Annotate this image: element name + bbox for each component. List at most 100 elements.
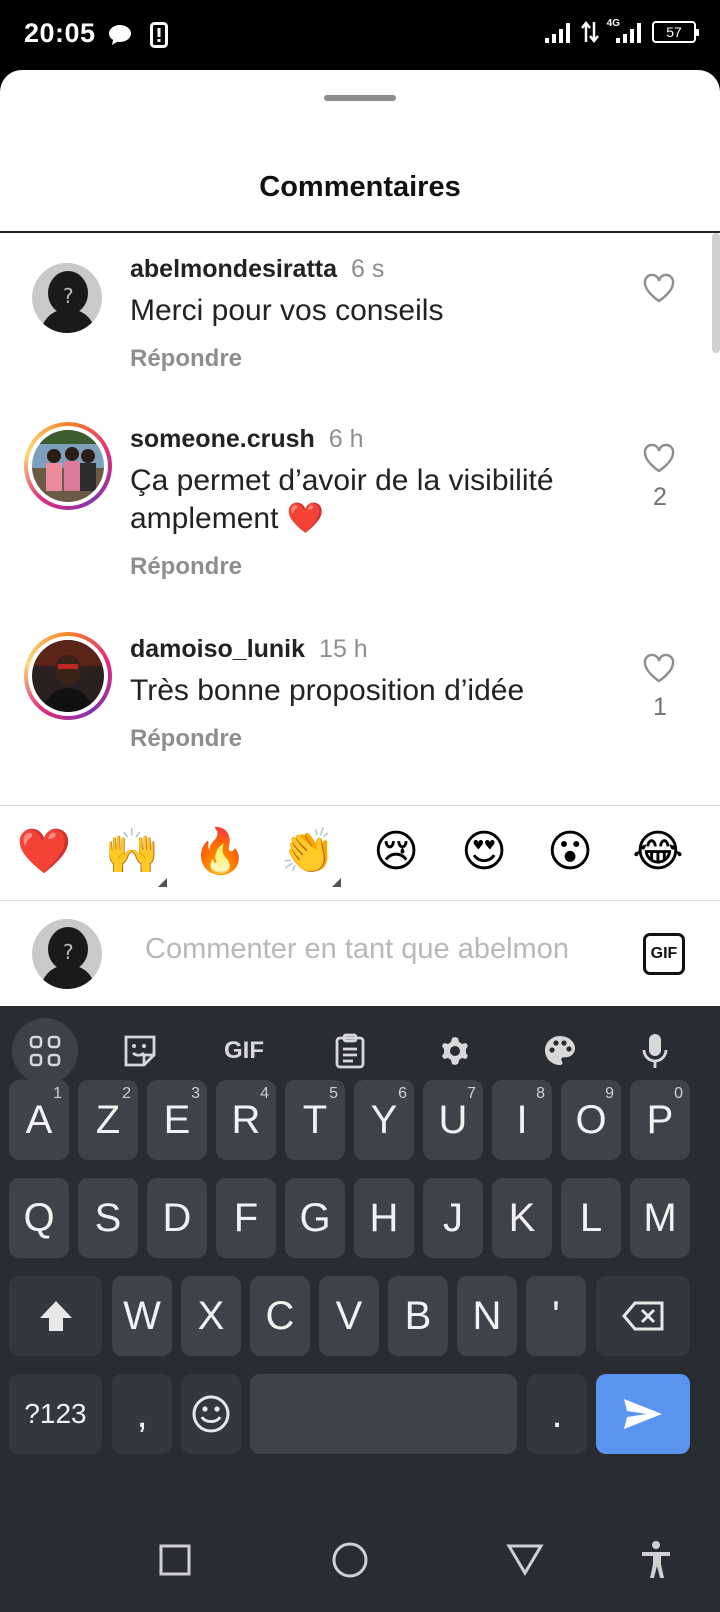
comment-composer: ? Commenter en tant que abelmon GIF bbox=[0, 901, 720, 1006]
avatar[interactable] bbox=[24, 632, 112, 720]
key-r[interactable]: R4 bbox=[216, 1080, 276, 1160]
comment-item: ? abelmondesiratta 6 s Merci pour vos co… bbox=[0, 233, 720, 403]
shift-key[interactable] bbox=[9, 1276, 102, 1356]
triangle-icon bbox=[506, 1544, 544, 1576]
comment-text: Très bonne proposition d’idée bbox=[130, 674, 525, 707]
navigation-bar bbox=[0, 1510, 720, 1612]
key-a[interactable]: A1 bbox=[9, 1080, 69, 1160]
key-t[interactable]: T5 bbox=[285, 1080, 345, 1160]
reaction-laughing[interactable]: 😂 bbox=[628, 824, 688, 880]
symbols-key[interactable]: ?123 bbox=[9, 1374, 102, 1454]
skin-tone-indicator bbox=[158, 878, 167, 887]
reaction-raising-hands[interactable]: 🙌 bbox=[102, 824, 162, 880]
key-i[interactable]: I8 bbox=[492, 1080, 552, 1160]
key-b[interactable]: B bbox=[388, 1276, 448, 1356]
comment-username[interactable]: abelmondesiratta bbox=[130, 255, 337, 284]
reply-button[interactable]: Répondre bbox=[130, 553, 242, 581]
key-apostrophe[interactable]: ' bbox=[526, 1276, 586, 1356]
recents-button[interactable] bbox=[153, 1538, 197, 1582]
data-transfer-icon bbox=[580, 20, 599, 44]
reaction-fire[interactable]: 🔥 bbox=[190, 824, 250, 880]
accessibility-icon bbox=[642, 1541, 670, 1578]
status-bar: 20:05 4G 57 bbox=[0, 0, 720, 70]
key-w[interactable]: W bbox=[112, 1276, 172, 1356]
key-p[interactable]: P0 bbox=[630, 1080, 690, 1160]
period-key[interactable]: . bbox=[527, 1374, 587, 1454]
key-h[interactable]: H bbox=[354, 1178, 414, 1258]
comma-key[interactable]: , bbox=[112, 1374, 172, 1454]
key-m[interactable]: M bbox=[630, 1178, 690, 1258]
comment-time: 15 h bbox=[319, 635, 368, 663]
comment-text: Ça permet d’avoir de la visibilité ample… bbox=[130, 464, 554, 535]
key-q[interactable]: Q bbox=[9, 1178, 69, 1258]
sticker-icon[interactable] bbox=[107, 1018, 173, 1084]
circle-icon bbox=[332, 1542, 368, 1578]
reply-button[interactable]: Répondre bbox=[130, 725, 242, 753]
signal-icon-2 bbox=[616, 23, 641, 43]
square-icon bbox=[159, 1544, 191, 1576]
heart-icon[interactable] bbox=[642, 653, 676, 683]
comment-time: 6 s bbox=[351, 255, 385, 283]
quick-reactions: ❤️ 🙌 🔥 👏 😢 😍 😮 😂 bbox=[0, 806, 720, 900]
svg-text:?: ? bbox=[63, 284, 74, 308]
gif-icon[interactable]: GIF bbox=[211, 1018, 277, 1084]
keyboard: GIF A1 Z2 E3 R4 T5 Y6 U7 I8 O 9 P 0 Q S … bbox=[0, 1006, 720, 1612]
comment-item: damoiso_lunik 15 h Très bonne propositio… bbox=[0, 613, 720, 793]
accessibility-button[interactable] bbox=[634, 1538, 678, 1582]
clipboard-icon[interactable] bbox=[317, 1018, 383, 1084]
key-k[interactable]: K bbox=[492, 1178, 552, 1258]
comment-text: Merci pour vos conseils bbox=[130, 294, 444, 327]
reaction-heart[interactable]: ❤️ bbox=[14, 824, 74, 880]
comment-input[interactable]: Commenter en tant que abelmon bbox=[145, 933, 615, 966]
status-time: 20:05 bbox=[24, 18, 96, 48]
reaction-crying[interactable]: 😢 bbox=[366, 824, 426, 880]
home-button[interactable] bbox=[328, 1538, 372, 1582]
gif-button[interactable]: GIF bbox=[643, 933, 685, 975]
back-button[interactable] bbox=[503, 1538, 547, 1582]
comments-sheet: Commentaires ? abelmondesiratta 6 s Merc… bbox=[0, 70, 720, 1006]
key-y[interactable]: Y6 bbox=[354, 1080, 414, 1160]
reaction-surprised[interactable]: 😮 bbox=[540, 824, 600, 880]
key-n[interactable]: N bbox=[457, 1276, 517, 1356]
heart-icon[interactable] bbox=[642, 443, 676, 473]
backspace-icon bbox=[622, 1301, 664, 1331]
key-v[interactable]: V bbox=[319, 1276, 379, 1356]
key-o[interactable]: O9 bbox=[561, 1080, 621, 1160]
key-x[interactable]: X bbox=[181, 1276, 241, 1356]
reply-button[interactable]: Répondre bbox=[130, 345, 242, 373]
chat-bubble-icon bbox=[109, 25, 131, 45]
apps-icon[interactable] bbox=[12, 1018, 78, 1084]
comment-username[interactable]: someone.crush bbox=[130, 425, 315, 454]
emoji-key[interactable] bbox=[181, 1374, 241, 1454]
drag-handle[interactable] bbox=[324, 95, 396, 101]
settings-icon[interactable] bbox=[422, 1018, 488, 1084]
reaction-heart-eyes[interactable]: 😍 bbox=[454, 824, 514, 880]
avatar[interactable]: ? bbox=[32, 263, 102, 333]
key-z[interactable]: Z2 bbox=[78, 1080, 138, 1160]
key-u[interactable]: U7 bbox=[423, 1080, 483, 1160]
shift-icon bbox=[39, 1301, 72, 1331]
key-j[interactable]: J bbox=[423, 1178, 483, 1258]
key-f[interactable]: F bbox=[216, 1178, 276, 1258]
key-g[interactable]: G bbox=[285, 1178, 345, 1258]
send-key[interactable] bbox=[596, 1374, 690, 1454]
key-d[interactable]: D bbox=[147, 1178, 207, 1258]
key-s[interactable]: S bbox=[78, 1178, 138, 1258]
space-key[interactable] bbox=[250, 1374, 517, 1454]
backspace-key[interactable] bbox=[596, 1276, 690, 1356]
signal-icon bbox=[544, 23, 570, 43]
reaction-clap[interactable]: 👏 bbox=[278, 824, 338, 880]
key-e[interactable]: E3 bbox=[147, 1080, 207, 1160]
like-count: 1 bbox=[653, 693, 667, 721]
key-l[interactable]: L bbox=[561, 1178, 621, 1258]
heart-icon[interactable] bbox=[642, 273, 676, 303]
comment-username[interactable]: damoiso_lunik bbox=[130, 635, 305, 664]
network-type: 4G bbox=[606, 17, 620, 29]
palette-icon[interactable] bbox=[527, 1018, 593, 1084]
avatar[interactable] bbox=[24, 422, 112, 510]
key-c[interactable]: C bbox=[250, 1276, 310, 1356]
sheet-title: Commentaires bbox=[259, 171, 461, 203]
mic-icon[interactable] bbox=[622, 1018, 688, 1084]
emoji-icon bbox=[192, 1395, 230, 1433]
svg-text:?: ? bbox=[63, 940, 74, 964]
